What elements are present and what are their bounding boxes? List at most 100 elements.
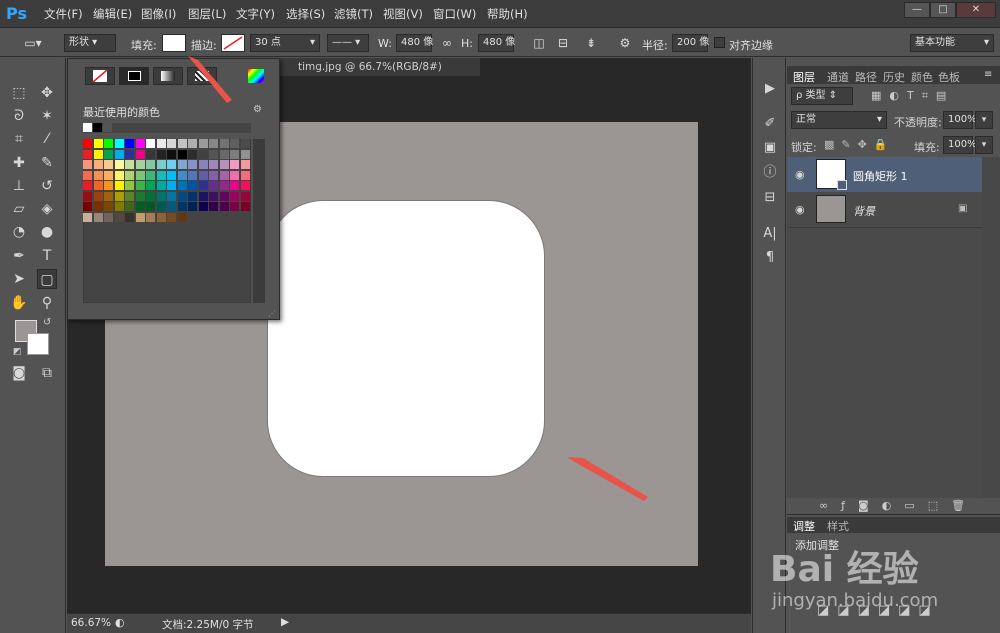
color-swatch[interactable] xyxy=(209,139,218,148)
zoom-tool-icon[interactable]: ⚲ xyxy=(37,293,57,313)
color-swatch[interactable] xyxy=(240,202,250,211)
stroke-width-field[interactable]: 30 点 ▾ xyxy=(250,34,320,52)
color-swatch[interactable] xyxy=(209,202,218,211)
color-swatch[interactable] xyxy=(198,181,208,190)
stroke-type-select[interactable]: —— ▾ xyxy=(327,34,369,52)
layer-filter-icons[interactable]: ▦◐T⌗▤ xyxy=(871,89,954,103)
path-operations-icon[interactable]: ◫ xyxy=(530,34,548,52)
color-swatch[interactable] xyxy=(104,149,113,159)
solid-color-button[interactable] xyxy=(119,67,149,85)
minimize-icon[interactable]: — xyxy=(904,2,930,18)
color-swatch[interactable] xyxy=(114,160,124,169)
color-swatch[interactable] xyxy=(177,191,187,201)
color-swatch[interactable] xyxy=(146,202,155,211)
gradient-button[interactable] xyxy=(153,67,183,85)
color-swatch[interactable] xyxy=(93,181,103,190)
menu-file[interactable]: 文件(F) xyxy=(44,6,83,22)
clone-stamp-tool-icon[interactable]: ⊥ xyxy=(9,176,29,196)
color-swatch[interactable] xyxy=(167,170,176,180)
color-swatch[interactable] xyxy=(135,181,145,190)
path-alignment-icon[interactable]: ⊟ xyxy=(554,34,572,52)
color-swatch[interactable] xyxy=(198,149,208,159)
color-swatch[interactable] xyxy=(188,160,197,169)
color-swatch[interactable] xyxy=(104,212,113,222)
tab-channels[interactable]: 通道 xyxy=(827,69,849,85)
eyedropper-tool-icon[interactable]: ⁄ xyxy=(37,129,57,149)
color-swatch[interactable] xyxy=(104,139,113,148)
workspace-select[interactable]: 基本功能 ▾ xyxy=(910,34,994,52)
menu-help[interactable]: 帮助(H) xyxy=(487,6,528,22)
color-swatch[interactable] xyxy=(188,149,197,159)
color-swatch[interactable] xyxy=(104,181,113,190)
panel-menu-icon[interactable]: ≡ xyxy=(984,69,992,80)
color-swatch[interactable] xyxy=(135,139,145,148)
color-swatch[interactable] xyxy=(156,212,166,222)
color-swatch[interactable] xyxy=(209,170,218,180)
color-swatch[interactable] xyxy=(198,160,208,169)
maximize-icon[interactable]: □ xyxy=(930,2,956,18)
paragraph-icon[interactable]: ¶ xyxy=(760,248,780,268)
color-swatch[interactable] xyxy=(198,202,208,211)
color-swatch[interactable] xyxy=(83,181,92,190)
menu-view[interactable]: 视图(V) xyxy=(383,6,423,22)
color-swatch[interactable] xyxy=(135,170,145,180)
color-swatch[interactable] xyxy=(135,191,145,201)
marquee-tool-icon[interactable]: ⬚ xyxy=(9,83,29,103)
color-swatch[interactable] xyxy=(177,160,187,169)
width-field[interactable]: 480 像 xyxy=(396,34,433,52)
color-swatch[interactable] xyxy=(177,149,187,159)
hand-tool-icon[interactable]: ✋ xyxy=(9,293,29,313)
status-menu-icon[interactable]: ▶ xyxy=(281,616,289,628)
color-swatch[interactable] xyxy=(135,149,145,159)
color-swatch[interactable] xyxy=(188,170,197,180)
color-swatch[interactable] xyxy=(156,149,166,159)
color-swatch[interactable] xyxy=(240,149,250,159)
pattern-button[interactable] xyxy=(187,67,217,85)
color-swatch[interactable] xyxy=(125,170,134,180)
color-swatch[interactable] xyxy=(219,170,229,180)
color-swatch[interactable] xyxy=(240,139,250,148)
paint-bucket-tool-icon[interactable]: ◈ xyxy=(37,199,57,219)
stroke-swatch[interactable] xyxy=(221,34,245,52)
color-swatch[interactable] xyxy=(125,139,134,148)
color-swatch[interactable] xyxy=(240,170,250,180)
color-swatch[interactable] xyxy=(167,160,176,169)
rounded-rectangle-tool-icon[interactable]: ▢ xyxy=(37,269,57,289)
tab-layers[interactable]: 图层 xyxy=(793,69,815,85)
zoom-level[interactable]: 66.67% xyxy=(71,617,111,629)
play-icon[interactable]: ▶ xyxy=(760,79,780,99)
color-swatch[interactable] xyxy=(125,191,134,201)
color-swatch[interactable] xyxy=(83,202,92,211)
menu-edit[interactable]: 编辑(E) xyxy=(93,6,132,22)
color-picker-icon[interactable] xyxy=(248,69,264,83)
color-swatch[interactable] xyxy=(177,212,187,222)
align-edges-checkbox[interactable] xyxy=(714,37,725,48)
pen-tool-icon[interactable]: ✒ xyxy=(9,246,29,266)
shape-mode-select[interactable]: 形状 ▾ xyxy=(64,34,116,52)
color-swatch[interactable] xyxy=(230,181,239,190)
dodge-tool-icon[interactable]: ● xyxy=(37,222,57,242)
radius-field[interactable]: 200 像 xyxy=(672,34,709,52)
color-swatch[interactable] xyxy=(240,181,250,190)
layer-filter-select[interactable]: ρ 类型 ⇕ xyxy=(791,87,853,105)
color-swatch[interactable] xyxy=(83,191,92,201)
color-swatch[interactable] xyxy=(83,170,92,180)
fill-dropdown-icon[interactable]: ▾ xyxy=(975,136,993,154)
layer-actions-icons[interactable]: ∞ƒ◙◐▭⬚🗑 xyxy=(819,499,978,512)
recent-color-swatch[interactable] xyxy=(103,123,112,132)
color-swatch[interactable] xyxy=(93,212,103,222)
color-swatch[interactable] xyxy=(156,139,166,148)
color-swatch[interactable] xyxy=(219,181,229,190)
color-swatch[interactable] xyxy=(188,181,197,190)
color-swatch[interactable] xyxy=(125,160,134,169)
color-swatch[interactable] xyxy=(209,160,218,169)
menu-filter[interactable]: 滤镜(T) xyxy=(334,6,373,22)
color-swatch[interactable] xyxy=(230,170,239,180)
color-swatch[interactable] xyxy=(177,181,187,190)
tab-paths[interactable]: 路径 xyxy=(855,69,877,85)
height-field[interactable]: 480 像 xyxy=(478,34,515,52)
color-swatch[interactable] xyxy=(146,160,155,169)
color-swatch[interactable] xyxy=(104,191,113,201)
screen-mode-icon[interactable]: ⧉ xyxy=(37,363,57,383)
swatch-scrollbar[interactable] xyxy=(253,139,265,303)
